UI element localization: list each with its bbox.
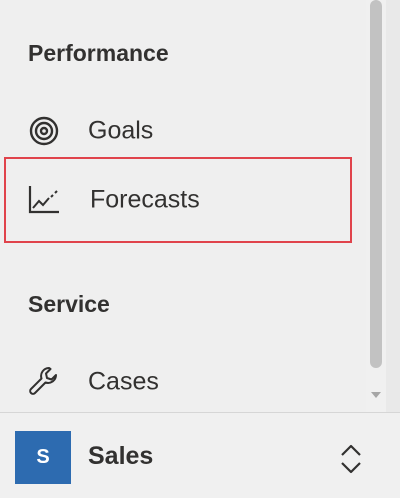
wrench-icon [26,364,62,400]
area-switcher[interactable]: S Sales [0,413,400,498]
nav-item-forecasts[interactable]: Forecasts [4,157,352,243]
area-name: Sales [88,442,154,470]
group-header-service: Service [28,291,110,317]
sitemap-scrollbar[interactable] [366,0,386,412]
scroll-down-arrow-icon[interactable] [369,388,383,400]
nav-item-cases[interactable]: Cases [22,351,344,413]
scrollbar-thumb[interactable] [370,0,382,368]
sitemap-navigation: Performance Goals Forecasts Service Case… [0,0,384,412]
nav-item-forecasts-label: Forecasts [90,185,200,214]
nav-item-cases-label: Cases [88,367,159,396]
forecast-chart-icon [26,182,62,218]
area-badge: S [15,431,71,484]
up-down-chevron-icon[interactable] [336,440,366,478]
nav-item-goals[interactable]: Goals [22,100,344,162]
nav-item-goals-label: Goals [88,116,154,145]
goals-target-icon [26,113,62,149]
group-header-performance: Performance [28,40,169,66]
